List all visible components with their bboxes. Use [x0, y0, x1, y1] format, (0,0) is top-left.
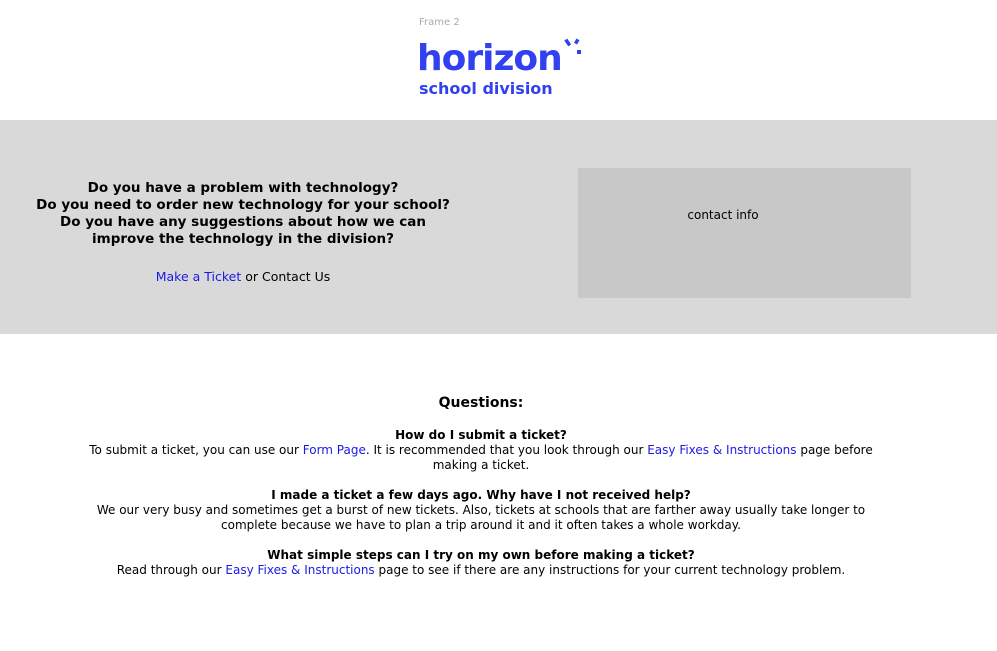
logo-spark-icon — [564, 38, 581, 54]
frame-label: Frame 2 — [419, 17, 460, 28]
contact-info-box: contact info — [578, 168, 911, 298]
contact-us-text: or Contact Us — [241, 269, 331, 284]
faq-section: Questions: How do I submit a ticket? To … — [80, 395, 882, 593]
contact-info-label: contact info — [687, 208, 759, 222]
hero-question: Do you have a problem with technology? — [87, 180, 399, 196]
faq-answer: To submit a ticket, you can use our Form… — [80, 443, 882, 473]
faq-item: What simple steps can I try on my own be… — [80, 548, 882, 578]
hero-banner: Do you have a problem with technology? D… — [0, 120, 997, 334]
make-ticket-link[interactable]: Make a Ticket — [156, 269, 242, 284]
hero-cta: Make a Ticket or Contact Us — [30, 269, 456, 284]
hero-question: Do you have any suggestions about how we… — [60, 214, 426, 247]
logo-wordmark: horizon — [417, 38, 563, 79]
logo-subtitle: school division — [419, 79, 553, 98]
faq-title: Questions: — [438, 395, 524, 411]
faq-question: How do I submit a ticket? — [395, 428, 567, 442]
answer-text: . It is recommended that you look throug… — [365, 443, 648, 457]
answer-text: Read through our — [116, 563, 226, 577]
horizon-logo[interactable]: horizon school division — [417, 37, 587, 101]
faq-item: I made a ticket a few days ago. Why have… — [80, 488, 882, 533]
form-page-link[interactable]: Form Page — [303, 443, 366, 457]
easy-fixes-link[interactable]: Easy Fixes & Instructions — [225, 563, 374, 577]
answer-text: To submit a ticket, you can use our — [89, 443, 303, 457]
faq-answer: We our very busy and sometimes get a bur… — [96, 503, 866, 532]
faq-item: How do I submit a ticket? To submit a ti… — [80, 428, 882, 473]
faq-question: What simple steps can I try on my own be… — [267, 548, 695, 562]
hero-question: Do you need to order new technology for … — [36, 197, 450, 213]
faq-question: I made a ticket a few days ago. Why have… — [271, 488, 691, 502]
hero-questions: Do you have a problem with technology? D… — [30, 180, 456, 248]
faq-answer: Read through our Easy Fixes & Instructio… — [80, 563, 882, 578]
easy-fixes-link[interactable]: Easy Fixes & Instructions — [647, 443, 796, 457]
answer-text: page to see if there are any instruction… — [374, 563, 846, 577]
